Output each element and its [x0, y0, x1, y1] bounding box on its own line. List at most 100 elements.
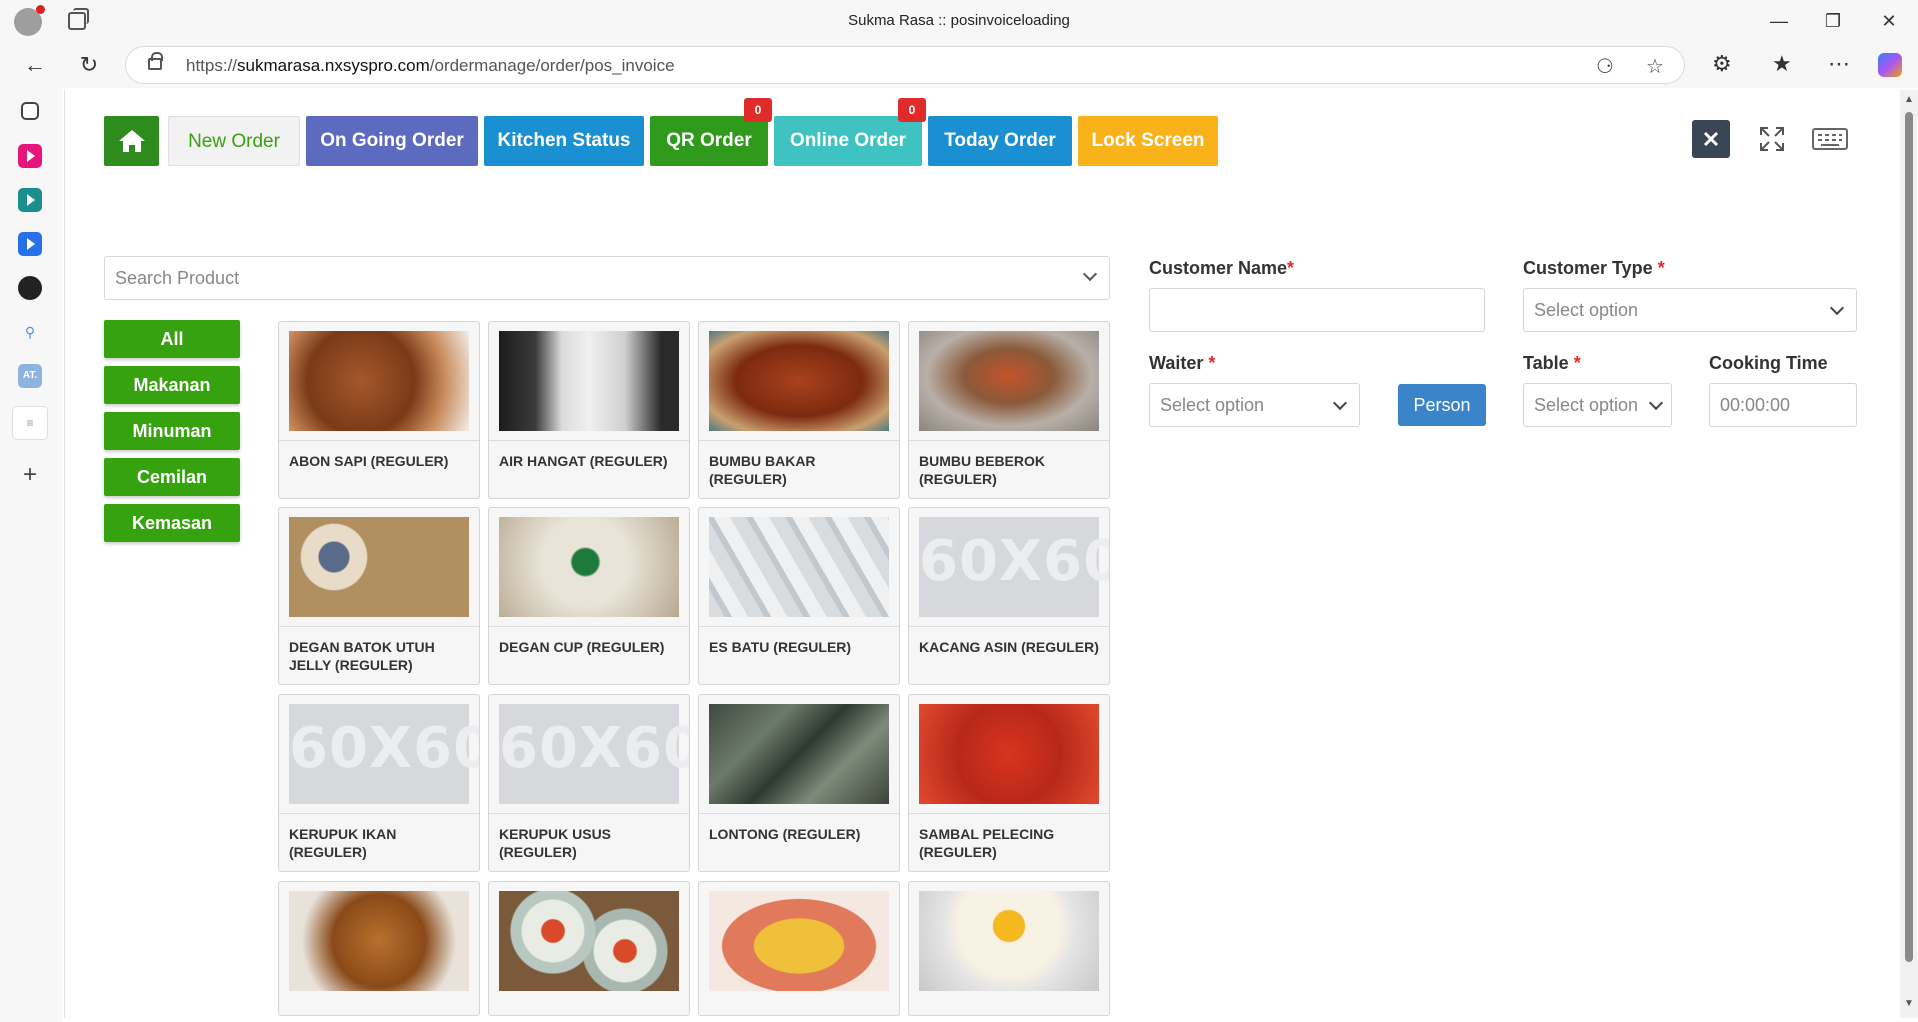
tab-online-order[interactable]: Online Order 0	[774, 98, 926, 166]
chevron-down-icon	[1829, 300, 1845, 316]
sidebar-app-pink-icon[interactable]	[18, 144, 42, 168]
sidebar-add-icon[interactable]: +	[18, 463, 42, 488]
close-pos-button[interactable]	[1692, 120, 1730, 158]
chevron-down-icon	[1332, 395, 1348, 411]
product-card[interactable]: 60X60 KACANG ASIN (REGULER)	[908, 507, 1110, 685]
tab-qr-order[interactable]: QR Order 0	[650, 98, 772, 166]
product-card[interactable]: ES BATU (REGULER)	[698, 507, 900, 685]
page-scrollbar[interactable]: ▲ ▼	[1900, 90, 1918, 1018]
product-image	[499, 891, 679, 991]
product-image	[709, 891, 889, 991]
reader-icon[interactable]: ⚆	[1596, 54, 1614, 79]
fullscreen-button[interactable]	[1752, 120, 1792, 158]
product-card[interactable]: DEGAN CUP (REGULER)	[488, 507, 690, 685]
sidebar-search-icon[interactable]: ⚲	[18, 320, 42, 344]
sidebar-tabs-icon[interactable]	[21, 102, 39, 120]
customer-type-select[interactable]: Select option	[1523, 288, 1857, 332]
sidebar-app-teal-icon[interactable]	[18, 188, 42, 212]
product-image	[289, 517, 469, 617]
product-search-select[interactable]: Search Product	[104, 256, 1110, 300]
qr-order-label: QR Order	[666, 130, 752, 151]
product-name: DEGAN CUP (REGULER)	[499, 639, 665, 655]
category-cemilan-button[interactable]: Cemilan	[104, 458, 240, 496]
product-image	[919, 704, 1099, 804]
product-card[interactable]: BUMBU BEBEROK (REGULER)	[908, 321, 1110, 499]
product-image	[919, 331, 1099, 431]
back-arrow-icon[interactable]: ←	[18, 48, 52, 82]
product-card[interactable]: 60X60 KERUPUK USUS (REGULER)	[488, 694, 690, 872]
product-name: AIR HANGAT (REGULER)	[499, 453, 668, 469]
home-button[interactable]	[104, 116, 159, 166]
waiter-label: Waiter *	[1149, 353, 1216, 373]
url-text[interactable]: https://sukmarasa.nxsyspro.com/ordermana…	[186, 56, 675, 76]
product-name: DEGAN BATOK UTUH JELLY (REGULER)	[289, 639, 435, 673]
product-card[interactable]	[698, 881, 900, 1016]
address-bar[interactable]: https://sukmarasa.nxsyspro.com/ordermana…	[125, 46, 1685, 84]
product-card[interactable]: LONTONG (REGULER)	[698, 694, 900, 872]
category-minuman-button[interactable]: Minuman	[104, 412, 240, 450]
product-name: KERUPUK USUS (REGULER)	[499, 826, 612, 860]
category-all-button[interactable]: All	[104, 320, 240, 358]
sidebar-app-blue-icon[interactable]	[18, 232, 42, 256]
favorite-star-icon[interactable]: ☆	[1646, 54, 1664, 79]
customer-type-label: Customer Type *	[1523, 258, 1665, 278]
browser-toolbar: ← ↻ https://sukmarasa.nxsyspro.com/order…	[0, 42, 1918, 88]
scroll-up-icon[interactable]: ▲	[1904, 94, 1914, 105]
sidebar-at-icon[interactable]: AT.	[18, 364, 42, 388]
cooking-time-label: Cooking Time	[1709, 353, 1828, 373]
sidebar-active-app-icon[interactable]: ≡	[12, 406, 48, 440]
product-name: BUMBU BAKAR (REGULER)	[709, 453, 816, 487]
restore-icon[interactable]: ❐	[1810, 6, 1856, 36]
home-icon	[118, 130, 145, 152]
scrollbar-thumb[interactable]	[1905, 112, 1913, 962]
product-card[interactable]: SAMBAL PELECING (REGULER)	[908, 694, 1110, 872]
chevron-down-icon	[1082, 266, 1098, 282]
product-name: KACANG ASIN (REGULER)	[919, 639, 1099, 655]
product-card[interactable]: ABON SAPI (REGULER)	[278, 321, 480, 499]
tab-today-order[interactable]: Today Order	[928, 116, 1072, 166]
cooking-time-input[interactable]: 00:00:00	[1709, 383, 1857, 427]
waiter-select[interactable]: Select option	[1149, 383, 1360, 427]
close-window-icon[interactable]: ✕	[1866, 6, 1912, 36]
tab-kitchen-status[interactable]: Kitchen Status	[484, 116, 644, 166]
customer-name-input[interactable]	[1149, 288, 1485, 332]
category-makanan-button[interactable]: Makanan	[104, 366, 240, 404]
favorites-icon[interactable]: ★	[1772, 51, 1792, 77]
product-card[interactable]	[278, 881, 480, 1016]
product-name: BUMBU BEBEROK (REGULER)	[919, 453, 1045, 487]
lock-screen-button[interactable]: Lock Screen	[1078, 116, 1218, 166]
scroll-down-icon[interactable]: ▼	[1904, 998, 1914, 1009]
placeholder-image: 60X60	[499, 704, 689, 804]
product-image	[499, 331, 679, 431]
extensions-icon[interactable]: ⚙	[1712, 51, 1732, 77]
customer-name-label: Customer Name*	[1149, 258, 1295, 278]
qr-order-badge: 0	[744, 98, 772, 122]
product-card[interactable]: BUMBU BAKAR (REGULER)	[698, 321, 900, 499]
product-card[interactable]	[908, 881, 1110, 1016]
tab-new-order[interactable]: New Order	[168, 116, 300, 166]
product-name: KERUPUK IKAN (REGULER)	[289, 826, 397, 860]
lock-icon[interactable]	[148, 52, 163, 70]
browser-sidebar: ⚲ AT. ≡ +	[0, 88, 62, 1022]
product-card[interactable]: AIR HANGAT (REGULER)	[488, 321, 690, 499]
tab-on-going-order[interactable]: On Going Order	[306, 116, 478, 166]
copilot-icon[interactable]	[1878, 53, 1902, 77]
product-name: LONTONG (REGULER)	[709, 826, 861, 842]
product-image	[289, 331, 469, 431]
product-card[interactable]: DEGAN BATOK UTUH JELLY (REGULER)	[278, 507, 480, 685]
sidebar-chatgpt-icon[interactable]	[18, 276, 42, 300]
product-image	[709, 704, 889, 804]
placeholder-image: 60X60	[919, 517, 1109, 617]
table-select[interactable]: Select option	[1523, 383, 1672, 427]
refresh-icon[interactable]: ↻	[72, 48, 106, 82]
product-card[interactable]: 60X60 KERUPUK IKAN (REGULER)	[278, 694, 480, 872]
minimize-icon[interactable]: —	[1756, 6, 1802, 36]
keyboard-icon	[1812, 128, 1848, 150]
keyboard-button[interactable]	[1808, 120, 1852, 158]
close-icon	[1703, 131, 1719, 147]
category-kemasan-button[interactable]: Kemasan	[104, 504, 240, 542]
more-menu-icon[interactable]: ⋯	[1828, 51, 1850, 77]
product-card[interactable]	[488, 881, 690, 1016]
person-button[interactable]: Person	[1398, 384, 1486, 426]
search-placeholder: Search Product	[115, 268, 240, 288]
